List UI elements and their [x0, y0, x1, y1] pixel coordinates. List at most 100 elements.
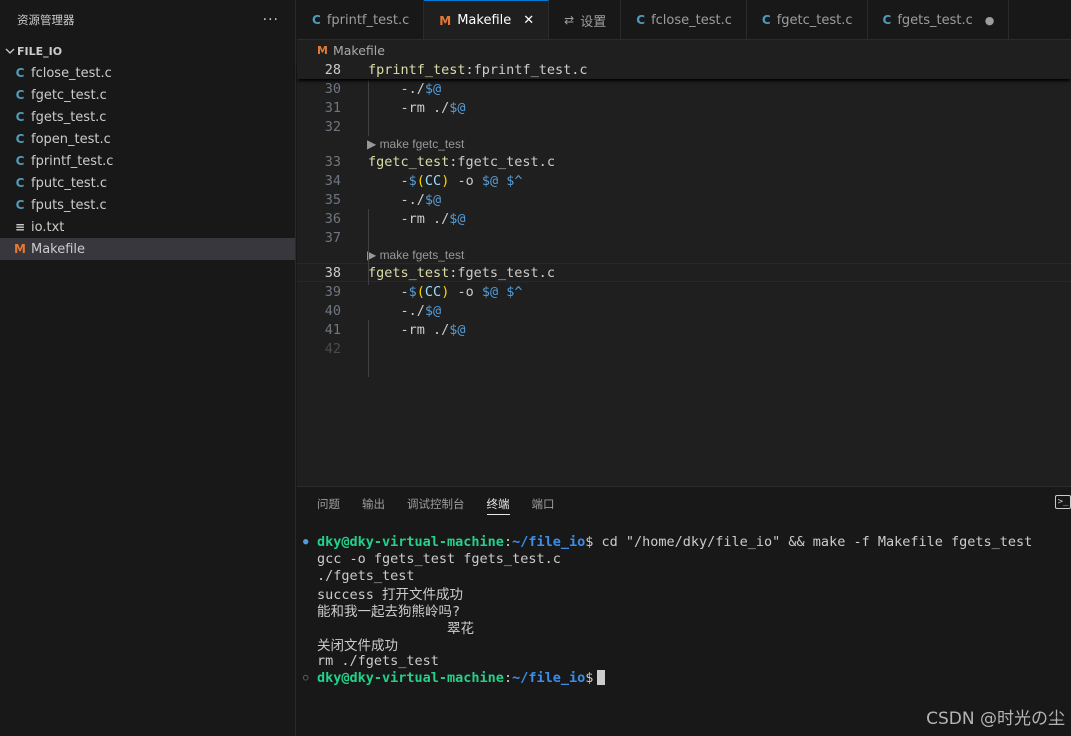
file-item[interactable]: Cfgetc_test.c [0, 84, 295, 106]
text-file-icon: ≡ [14, 220, 26, 234]
line-number: 28 [324, 61, 341, 78]
line-content: -rm ./$@ [368, 99, 466, 116]
indent-guide [368, 79, 369, 136]
makefile-icon: M [317, 43, 328, 57]
sticky-scroll-line[interactable]: 28 fprintf_test:fprintf_test.c [297, 60, 1071, 79]
make-target: fprintf_test [368, 61, 466, 78]
c-file-icon: C [15, 66, 25, 80]
prompt-colon: : [503, 669, 513, 686]
close-icon[interactable]: ✕ [523, 13, 534, 28]
make-target: fgets_test [368, 264, 450, 281]
file-item[interactable]: ≡ io.txt [0, 216, 295, 238]
file-name: fgets_test.c [31, 109, 107, 125]
file-item[interactable]: Cfclose_test.c [0, 62, 295, 84]
code-line[interactable]: 39 -$(CC) -o $@ $^ [297, 282, 1071, 301]
file-item[interactable]: Cfgets_test.c [0, 106, 295, 128]
prompt-user: dky@dky-virtual-machine [317, 533, 504, 550]
line-number: 30 [324, 80, 341, 97]
editor-tab[interactable]: M Makefile ✕ [424, 0, 550, 39]
settings-icon: ⇄ [564, 13, 575, 27]
terminal-output-line: rm ./fgets_test [317, 652, 439, 669]
file-item[interactable]: Cfputs_test.c [0, 194, 295, 216]
code-area[interactable]: 28 fprintf_test:fprintf_test.c 30 -./$@ 3… [297, 60, 1071, 377]
editor-tab[interactable]: Cfprintf_test.c [297, 0, 425, 39]
breadcrumb-file[interactable]: Makefile [333, 43, 385, 58]
line-number: 37 [324, 229, 341, 246]
c-file-icon: C [636, 13, 646, 27]
file-item[interactable]: Cfputc_test.c [0, 172, 295, 194]
makefile-icon: M [14, 242, 26, 256]
file-item[interactable]: Cfprintf_test.c [0, 150, 295, 172]
code-editor[interactable]: M Makefile 28 fprintf_test:fprintf_test.… [297, 40, 1071, 486]
breadcrumb[interactable]: M Makefile [297, 40, 1071, 60]
explorer-title: 资源管理器 [17, 13, 75, 27]
editor-tab[interactable]: ⇄ 设置 [549, 0, 622, 39]
c-file-icon: C [15, 154, 25, 168]
c-file-icon: C [15, 88, 25, 102]
tab-label: Makefile [457, 13, 512, 28]
code-line[interactable]: 34 -$(CC) -o $@ $^ [297, 171, 1071, 190]
unsaved-dot-icon[interactable]: ● [985, 14, 995, 27]
c-file-icon: C [761, 13, 771, 27]
editor-tab[interactable]: Cfclose_test.c [621, 0, 747, 39]
code-line[interactable]: 30 -./$@ [297, 79, 1071, 98]
file-name: fputc_test.c [31, 175, 108, 191]
prompt-path: ~/file_io [512, 533, 586, 550]
panel-tab[interactable]: 端口 [532, 487, 555, 521]
code-line[interactable]: 32 [297, 117, 1071, 136]
terminal-command: $ cd "/home/dky/file_io" && make -f Make… [585, 533, 1033, 550]
more-actions-icon[interactable]: ··· [263, 12, 279, 28]
editor-tab[interactable]: Cfgetc_test.c [747, 0, 868, 39]
file-name: io.txt [31, 219, 65, 235]
terminal-output-line: gcc -o fgets_test fgets_test.c [317, 550, 561, 567]
terminal-output-line: success 打开文件成功 [317, 586, 464, 603]
make-target: fgetc_test [368, 153, 450, 170]
terminal-output-line: 能和我一起去狗熊岭吗? [317, 603, 461, 620]
file-item[interactable]: M Makefile [0, 238, 295, 260]
line-number: 33 [324, 153, 341, 170]
prompt-colon: : [503, 533, 513, 550]
line-content: -$(CC) -o $@ $^ [368, 283, 523, 300]
code-line[interactable]: 35 -./$@ [297, 190, 1071, 209]
code-line[interactable]: 37 [297, 228, 1071, 247]
editor-tab[interactable]: Cfgets_test.c ● [868, 0, 1010, 39]
line-content: -./$@ [368, 80, 442, 97]
codelens-make[interactable]: ▶ make fgetc_test [297, 136, 1071, 152]
line-number: 40 [324, 302, 341, 319]
line-content: fgetc_test:fgetc_test.c [341, 154, 555, 170]
line-number: 38 [324, 264, 341, 281]
c-file-icon: C [312, 13, 321, 27]
panel-tab[interactable]: 终端 [486, 487, 510, 521]
panel-tab[interactable]: 问题 [317, 487, 340, 521]
codelens-make[interactable]: ▶ make fgets_test [297, 247, 1071, 263]
code-line[interactable]: 36 -rm ./$@ [297, 209, 1071, 228]
terminal-cursor [597, 670, 606, 685]
line-number: 35 [324, 191, 341, 208]
code-line[interactable]: 42 [297, 339, 1071, 358]
terminal[interactable]: ● dky@dky-virtual-machine: ~/file_io $ cd "… [297, 521, 1071, 686]
code-line[interactable]: 31 -rm ./$@ [297, 98, 1071, 117]
line-number: 34 [324, 172, 341, 189]
terminal-command-line: ● dky@dky-virtual-machine: ~/file_io $ cd "… [303, 533, 1071, 550]
command-success-icon[interactable]: ● [303, 537, 308, 547]
tab-label: fgets_test.c [897, 12, 973, 28]
terminal-icon[interactable]: >_ [1055, 495, 1071, 509]
tab-label: fclose_test.c [651, 12, 732, 28]
panel-tab[interactable]: 调试控制台 [407, 487, 465, 521]
code-line[interactable]: 41 -rm ./$@ [297, 320, 1071, 339]
code-line[interactable]: 33 fgetc_test:fgetc_test.c [297, 152, 1071, 171]
folder-file-io[interactable]: FILE_IO [0, 40, 295, 62]
code-line[interactable]: 40 -./$@ [297, 301, 1071, 320]
line-content: -./$@ [368, 191, 442, 208]
watermark: CSDN @时光の尘 [926, 709, 1065, 729]
panel-tab[interactable]: 输出 [362, 487, 385, 521]
file-item[interactable]: Cfopen_test.c [0, 128, 295, 150]
code-line[interactable]: 38 fgets_test:fgets_test.c [297, 263, 1071, 282]
command-pending-icon[interactable]: ○ [303, 673, 308, 683]
line-number: 36 [324, 210, 341, 227]
line-content: -rm ./$@ [368, 210, 466, 227]
line-content: -$(CC) -o $@ $^ [368, 172, 523, 189]
c-file-icon: C [882, 13, 892, 27]
prompt-symbol: $ [585, 669, 594, 686]
editor-tabs: Cfprintf_test.c M Makefile ✕ ⇄ 设置 Cfclose_test… [297, 0, 1071, 40]
